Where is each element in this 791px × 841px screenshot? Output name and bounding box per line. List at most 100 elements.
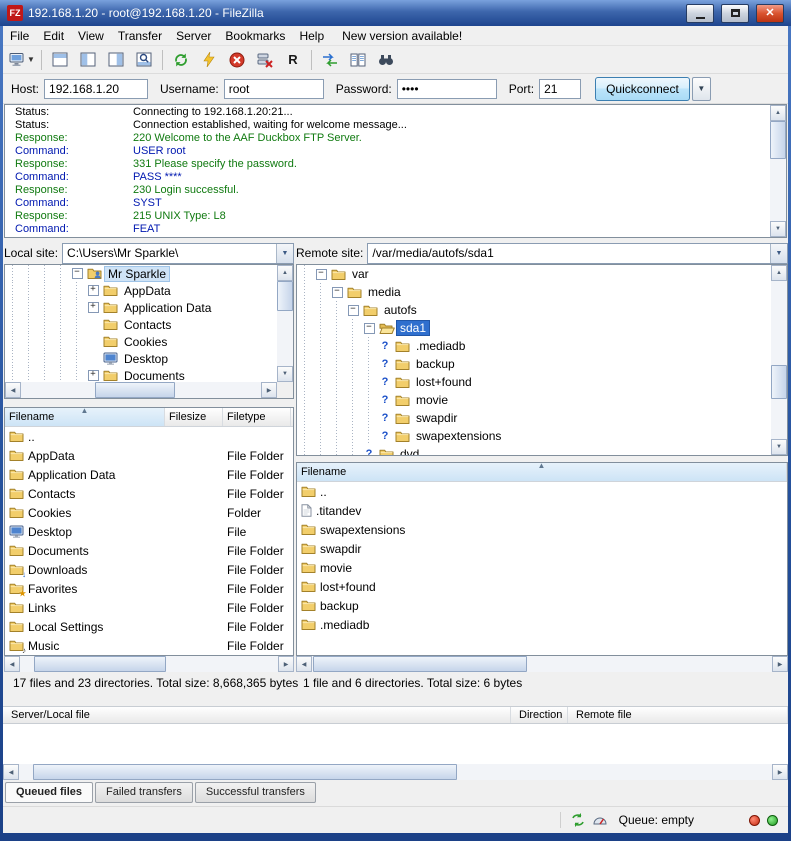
scroll-left-icon[interactable]: ◀: [5, 382, 21, 398]
file-row-appdata[interactable]: AppDataFile Folder: [5, 446, 293, 465]
username-input[interactable]: [224, 79, 324, 99]
tree-item-movie[interactable]: ?movie: [297, 391, 771, 409]
tree-item-documents[interactable]: +Documents: [5, 367, 277, 382]
collapse-icon[interactable]: −: [313, 269, 329, 280]
menu-bookmarks[interactable]: Bookmarks: [218, 27, 292, 45]
file-row-desktop[interactable]: DesktopFile: [5, 522, 293, 541]
scrollbar-thumb[interactable]: [277, 281, 293, 311]
tree-item-backup[interactable]: ?backup: [297, 355, 771, 373]
scroll-right-icon[interactable]: ▶: [261, 382, 277, 398]
scroll-down-icon[interactable]: ▼: [771, 439, 787, 455]
chevron-down-icon[interactable]: ▼: [276, 244, 293, 263]
port-input[interactable]: [539, 79, 581, 99]
tab-queued-files[interactable]: Queued files: [5, 782, 93, 803]
tree-item-appdata[interactable]: +AppData: [5, 282, 277, 299]
tree-item-autofs[interactable]: −autofs: [297, 301, 771, 319]
tab-successful-transfers[interactable]: Successful transfers: [195, 782, 316, 803]
queue-hscrollbar[interactable]: ◀ ▶: [3, 764, 788, 780]
file-row-application-data[interactable]: Application DataFile Folder: [5, 465, 293, 484]
file-row-backup[interactable]: backup: [297, 596, 787, 615]
column-header-filename[interactable]: Filename▲: [297, 463, 787, 481]
file-row-swapextensions[interactable]: swapextensions: [297, 520, 787, 539]
queue-column-server-local-file[interactable]: Server/Local file: [3, 707, 511, 723]
file-row-swapdir[interactable]: swapdir: [297, 539, 787, 558]
scrollbar-thumb[interactable]: [34, 656, 166, 672]
tree-item-contacts[interactable]: Contacts: [5, 316, 277, 333]
file-row-music[interactable]: ♪MusicFile Folder: [5, 636, 293, 655]
menu-file[interactable]: File: [3, 27, 36, 45]
minimize-button[interactable]: [686, 4, 714, 23]
expand-icon[interactable]: +: [85, 285, 101, 296]
menu-view[interactable]: View: [71, 27, 111, 45]
tab-failed-transfers[interactable]: Failed transfers: [95, 782, 193, 803]
site-manager-button[interactable]: ▼: [7, 48, 37, 72]
synchronized-browsing-button[interactable]: [316, 48, 344, 72]
quickconnect-button[interactable]: Quickconnect: [595, 77, 690, 101]
file-row-favorites[interactable]: ★FavoritesFile Folder: [5, 579, 293, 598]
file-row-downloads[interactable]: ↓DownloadsFile Folder: [5, 560, 293, 579]
file-row-links[interactable]: LinksFile Folder: [5, 598, 293, 617]
menu-server[interactable]: Server: [169, 27, 218, 45]
file-row-up[interactable]: ..: [5, 427, 293, 446]
file-row-lost-found[interactable]: lost+found: [297, 577, 787, 596]
reconnect-button[interactable]: R: [279, 48, 307, 72]
expand-icon[interactable]: +: [85, 370, 101, 381]
update-notice-menu-item[interactable]: New version available!: [335, 27, 469, 45]
scroll-up-icon[interactable]: ▲: [277, 265, 293, 281]
toggle-transfer-queue-button[interactable]: [130, 48, 158, 72]
scroll-left-icon[interactable]: ◀: [296, 656, 312, 672]
tree-item-media[interactable]: −media: [297, 283, 771, 301]
menu-transfer[interactable]: Transfer: [111, 27, 169, 45]
collapse-icon[interactable]: −: [345, 305, 361, 316]
column-header-filename[interactable]: Filename▲: [5, 408, 165, 426]
scroll-left-icon[interactable]: ◀: [3, 764, 19, 780]
scroll-right-icon[interactable]: ▶: [772, 656, 788, 672]
toggle-remote-tree-button[interactable]: [102, 48, 130, 72]
refresh-button[interactable]: [167, 48, 195, 72]
directory-comparison-button[interactable]: [344, 48, 372, 72]
file-row-cookies[interactable]: CookiesFolder: [5, 503, 293, 522]
file-row-local-settings[interactable]: Local SettingsFile Folder: [5, 617, 293, 636]
tree-item-cookies[interactable]: Cookies: [5, 333, 277, 350]
tree-item-application-data[interactable]: +Application Data: [5, 299, 277, 316]
local-tree-hscrollbar[interactable]: ◀ ▶: [5, 382, 277, 398]
toggle-message-log-button[interactable]: [46, 48, 74, 72]
remote-file-list-hscrollbar[interactable]: ◀ ▶: [296, 656, 788, 672]
file-row-up[interactable]: ..: [297, 482, 787, 501]
expand-icon[interactable]: +: [85, 302, 101, 313]
queue-column-remote-file[interactable]: Remote file: [568, 707, 788, 723]
scroll-down-icon[interactable]: ▼: [770, 221, 786, 237]
chevron-down-icon[interactable]: ▼: [770, 244, 787, 263]
remote-tree-vscrollbar[interactable]: ▲ ▼: [771, 265, 787, 455]
message-log-scrollbar[interactable]: ▲ ▼: [770, 105, 786, 237]
file-row-contacts[interactable]: ContactsFile Folder: [5, 484, 293, 503]
tree-item-mediadb[interactable]: ?.mediadb: [297, 337, 771, 355]
collapse-icon[interactable]: −: [329, 287, 345, 298]
maximize-button[interactable]: [721, 4, 749, 23]
local-tree-vscrollbar[interactable]: ▲ ▼: [277, 265, 293, 382]
host-input[interactable]: [44, 79, 148, 99]
scroll-up-icon[interactable]: ▲: [771, 265, 787, 281]
tree-item-var[interactable]: −var: [297, 265, 771, 283]
quickconnect-dropdown-button[interactable]: ▼: [692, 77, 711, 101]
tree-item-desktop[interactable]: Desktop: [5, 350, 277, 367]
column-header-filetype[interactable]: Filetype: [223, 408, 291, 426]
toggle-local-tree-button[interactable]: [74, 48, 102, 72]
disconnect-button[interactable]: [251, 48, 279, 72]
menu-help[interactable]: Help: [292, 27, 331, 45]
scrollbar-thumb[interactable]: [95, 382, 175, 398]
collapse-icon[interactable]: −: [361, 323, 377, 334]
remote-site-combobox[interactable]: /var/media/autofs/sda1 ▼: [367, 243, 788, 264]
tree-item-swapextensions[interactable]: ?swapextensions: [297, 427, 771, 445]
scroll-right-icon[interactable]: ▶: [772, 764, 788, 780]
find-files-button[interactable]: [372, 48, 400, 72]
cancel-button[interactable]: [223, 48, 251, 72]
collapse-icon[interactable]: −: [69, 268, 85, 279]
tree-item-mr-sparkle[interactable]: −Mr Sparkle: [5, 265, 277, 282]
local-site-combobox[interactable]: C:\Users\Mr Sparkle\ ▼: [62, 243, 294, 264]
file-row-titandev[interactable]: .titandev: [297, 501, 787, 520]
scrollbar-thumb[interactable]: [313, 656, 527, 672]
tree-item-lost-found[interactable]: ?lost+found: [297, 373, 771, 391]
scroll-right-icon[interactable]: ▶: [278, 656, 294, 672]
close-button[interactable]: ✕: [756, 4, 784, 23]
